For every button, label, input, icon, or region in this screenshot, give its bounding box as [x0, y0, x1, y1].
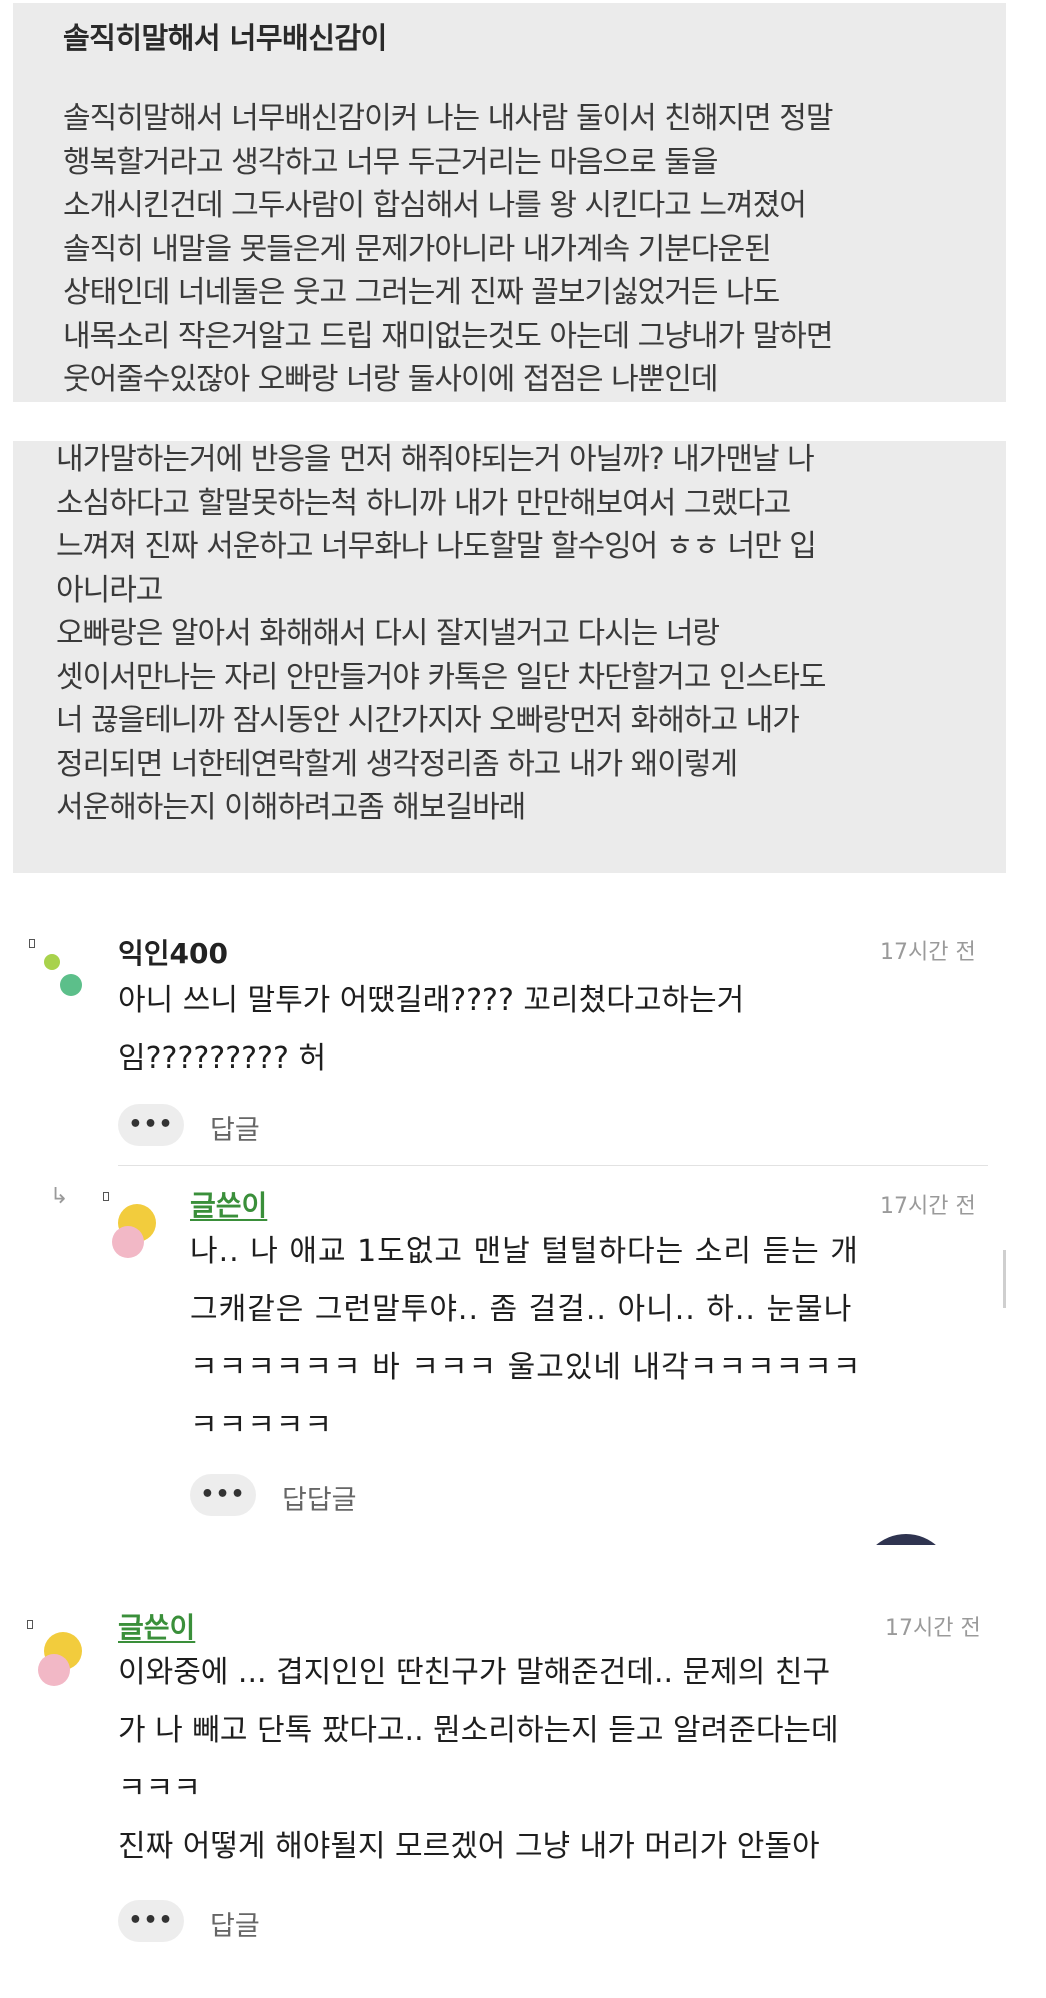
more-options-button[interactable]: •••	[118, 1104, 184, 1146]
comment-divider	[118, 1165, 988, 1166]
comment-item: 익인400 17시간 전 아니 쓰니 말투가 어땠길래???? 꼬리쳤다고하는거…	[0, 920, 1046, 1170]
comment-text: 이와중에 ... 겹지인인 딴친구가 말해준건데.. 문제의 친구 가 나 빼고…	[118, 1655, 839, 1864]
more-options-button[interactable]: •••	[118, 1900, 184, 1942]
avatar[interactable]	[38, 1630, 98, 1690]
reply-button[interactable]: 답글	[210, 1108, 260, 1147]
reply-item: ↳ 글쓴이 17시간 전 나.. 나 애교 1도없고 맨날 털털하다는 소리 듣…	[0, 1184, 1046, 1545]
comment-time: 17시간 전	[880, 940, 976, 965]
post-card-body: 내가말하는거에 반응을 먼저 해줘야되는거 아닐까? 내가맨날 나 소심하다고 …	[56, 442, 826, 825]
comment-text: 아니 쓰니 말투가 어땠길래???? 꼬리쳤다고하는거 임????????? 허	[118, 983, 745, 1076]
floating-button-clip	[860, 1534, 952, 1545]
floating-action-button[interactable]	[860, 1534, 952, 1545]
reply-arrow-icon: ↳	[50, 1184, 69, 1209]
comment-author[interactable]: 글쓴이	[118, 1606, 195, 1646]
checkbox-icon[interactable]	[27, 1620, 33, 1629]
avatar-dot-small	[38, 1654, 70, 1686]
comment-author[interactable]: 글쓴이	[190, 1184, 267, 1224]
comment-item: 글쓴이 17시간 전 이와중에 ... 겹지인인 딴친구가 말해준건데.. 문제…	[0, 1590, 1046, 1960]
avatar-dot-small	[112, 1226, 144, 1258]
scrollbar[interactable]	[1003, 1250, 1006, 1308]
comment-author[interactable]: 익인400	[118, 932, 228, 972]
avatar[interactable]	[40, 950, 100, 1010]
comment-text: 나.. 나 애교 1도없고 맨날 털털하다는 소리 듣는 개 그캐같은 그런말투…	[190, 1234, 862, 1443]
post-image-card-2: 내가말하는거에 반응을 먼저 해줘야되는거 아닐까? 내가맨날 나 소심하다고 …	[13, 441, 1006, 873]
post-card-body: 솔직히말해서 너무배신감이커 나는 내사람 둘이서 친해지면 정말 행복할거라고…	[63, 101, 833, 397]
checkbox-icon[interactable]	[103, 1192, 109, 1201]
comment-time: 17시간 전	[880, 1194, 976, 1219]
reply-button[interactable]: 답답글	[282, 1478, 357, 1517]
avatar-dot-large	[60, 974, 82, 996]
comment-time: 17시간 전	[885, 1616, 981, 1641]
avatar-dot-small	[44, 954, 60, 970]
more-options-button[interactable]: •••	[190, 1474, 256, 1516]
avatar[interactable]	[112, 1202, 172, 1262]
post-card-title: 솔직히말해서 너무배신감이	[63, 21, 387, 55]
reply-button[interactable]: 답글	[210, 1904, 260, 1943]
post-image-card-1: 솔직히말해서 너무배신감이 솔직히말해서 너무배신감이커 나는 내사람 둘이서 …	[13, 3, 1006, 402]
checkbox-icon[interactable]	[29, 939, 35, 948]
